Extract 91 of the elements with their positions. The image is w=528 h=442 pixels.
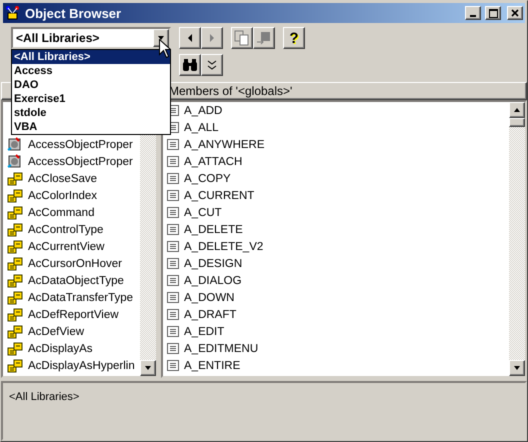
app-icon: [5, 5, 21, 21]
back-button[interactable]: [179, 27, 201, 49]
member-item[interactable]: A_EDITMENU: [163, 340, 509, 357]
constant-icon: [167, 258, 179, 269]
close-button[interactable]: [507, 6, 523, 20]
scroll-up-button[interactable]: [509, 102, 525, 118]
copy-icon: [234, 30, 250, 46]
forward-button[interactable]: [201, 27, 223, 49]
enum-icon: [7, 274, 23, 288]
constant-icon: [167, 173, 179, 184]
enum-icon: [7, 358, 23, 372]
class-item[interactable]: AcDataTransferType: [3, 289, 140, 306]
class-item[interactable]: AcControlType: [3, 221, 140, 238]
enum-icon: [7, 206, 23, 220]
enum-icon: [7, 240, 23, 254]
member-item[interactable]: A_CURRENT: [163, 187, 509, 204]
class-item[interactable]: AcCommand: [3, 204, 140, 221]
up-arrow-icon: [513, 106, 521, 114]
constant-icon: [167, 139, 179, 150]
maximize-icon: [488, 8, 498, 18]
constant-icon: [167, 360, 179, 371]
library-option[interactable]: <All Libraries>: [12, 50, 170, 64]
module-icon: [7, 137, 23, 152]
member-item[interactable]: A_DELETE: [163, 221, 509, 238]
class-item[interactable]: AcDefReportView: [3, 306, 140, 323]
enum-icon: [7, 342, 23, 356]
enum-icon: [7, 188, 23, 202]
library-option[interactable]: Access: [12, 64, 170, 78]
member-item[interactable]: A_ANYWHERE: [163, 136, 509, 153]
class-item[interactable]: AcDisplayAs: [3, 340, 140, 357]
class-item[interactable]: AcDisplayAsHyperlin: [3, 357, 140, 374]
details-pane: <All Libraries>: [1, 381, 527, 441]
constant-icon: [167, 207, 179, 218]
scroll-down-button[interactable]: [140, 360, 156, 376]
scroll-thumb[interactable]: [509, 118, 525, 127]
constant-icon: [167, 241, 179, 252]
enum-icon: [7, 256, 23, 270]
member-item[interactable]: A_ATTACH: [163, 153, 509, 170]
member-item[interactable]: A_CUT: [163, 204, 509, 221]
class-item[interactable]: AcCursorOnHover: [3, 255, 140, 272]
enum-icon: [7, 324, 23, 338]
enum-icon: [7, 308, 23, 322]
class-item[interactable]: AcDefView: [3, 323, 140, 340]
member-item[interactable]: A_ENTIRE: [163, 357, 509, 374]
member-item[interactable]: A_DOWN: [163, 289, 509, 306]
minimize-button[interactable]: [465, 6, 481, 20]
definition-icon: [256, 30, 272, 46]
class-item[interactable]: AcCurrentView: [3, 238, 140, 255]
member-item[interactable]: A_DELETE_V2: [163, 238, 509, 255]
left-arrow-icon: [186, 34, 194, 42]
constant-icon: [167, 275, 179, 286]
member-item[interactable]: A_DIALOG: [163, 272, 509, 289]
constant-icon: [167, 326, 179, 337]
view-definition-button[interactable]: [253, 27, 275, 49]
window-title: Object Browser: [25, 6, 122, 20]
close-icon: [511, 9, 519, 17]
library-option[interactable]: stdole: [12, 106, 170, 120]
constant-icon: [167, 190, 179, 201]
class-item[interactable]: AccessObjectProper: [3, 136, 140, 153]
member-item[interactable]: A_DRAFT: [163, 306, 509, 323]
library-option[interactable]: VBA: [12, 120, 170, 134]
down-arrow-icon: [513, 364, 521, 372]
constant-icon: [167, 292, 179, 303]
enum-icon: [7, 172, 23, 186]
enum-icon: [7, 222, 23, 236]
binoculars-icon: [182, 58, 198, 72]
scroll-down-button[interactable]: [509, 360, 525, 376]
member-item[interactable]: A_EDIT: [163, 323, 509, 340]
double-chevron-icon: [207, 60, 217, 70]
down-arrow-icon: [144, 364, 152, 372]
expand-button[interactable]: [201, 54, 223, 76]
class-item[interactable]: AccessObjectProper: [3, 153, 140, 170]
enum-icon: [7, 290, 23, 304]
right-arrow-icon: [208, 34, 216, 42]
down-arrow-icon: [157, 34, 165, 42]
search-button[interactable]: [179, 54, 201, 76]
maximize-button[interactable]: [485, 6, 501, 20]
class-item[interactable]: AcDataObjectType: [3, 272, 140, 289]
class-item[interactable]: AcCloseSave: [3, 170, 140, 187]
constant-icon: [167, 309, 179, 320]
constant-icon: [167, 343, 179, 354]
constant-icon: [167, 224, 179, 235]
member-item[interactable]: A_COPY: [163, 170, 509, 187]
copy-button[interactable]: [231, 27, 253, 49]
library-dropdown[interactable]: <All Libraries>: [11, 27, 171, 49]
help-button[interactable]: ?: [283, 27, 305, 49]
class-item[interactable]: AcColorIndex: [3, 187, 140, 204]
module-icon: [7, 154, 23, 169]
scrollbar[interactable]: [509, 102, 525, 376]
member-item[interactable]: A_DESIGN: [163, 255, 509, 272]
constant-icon: [167, 156, 179, 167]
